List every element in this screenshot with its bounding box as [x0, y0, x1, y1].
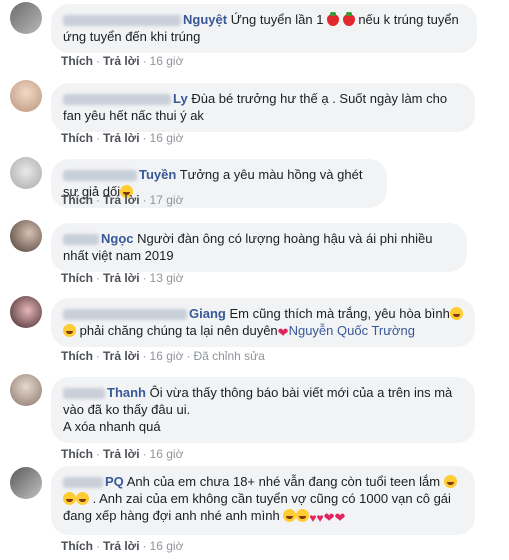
separator: · — [142, 447, 147, 461]
separator: · — [96, 271, 100, 285]
comment-time[interactable]: 16 giờ — [150, 349, 184, 363]
like-button[interactable]: Thích — [61, 539, 93, 553]
heart-icon: ❤ — [334, 510, 346, 525]
separator: · — [142, 54, 147, 68]
comment-time[interactable]: 16 giờ — [150, 131, 184, 145]
avatar[interactable] — [10, 374, 42, 406]
reply-button[interactable]: Trả lời — [103, 193, 140, 207]
reply-button[interactable]: Trả lời — [103, 54, 140, 68]
comment-text-line-2: A xóa nhanh quá — [63, 419, 161, 434]
like-button[interactable]: Thích — [61, 447, 93, 461]
reply-button[interactable]: Trả lời — [103, 447, 140, 461]
comment-text-continued: phải chăng chúng ta lại nên duyên — [76, 323, 278, 338]
separator: · — [96, 54, 100, 68]
comment-actions: Thích · Trả lời · 16 giờ — [61, 539, 183, 553]
comment-time[interactable]: 17 giờ — [150, 193, 184, 207]
comment-author[interactable]: Thanh — [63, 385, 146, 400]
reply-button[interactable]: Trả lời — [103, 349, 140, 363]
avatar[interactable] — [10, 220, 42, 252]
avatar[interactable] — [10, 80, 42, 112]
like-button[interactable]: Thích — [61, 193, 93, 207]
kiss-mark-icon: ♥ — [316, 511, 324, 525]
comment-author[interactable]: Ngọc — [63, 231, 134, 246]
comment-actions: Thích · Trả lời · 16 giờ — [61, 447, 183, 461]
comment-author[interactable]: Nguyệt — [63, 12, 227, 27]
like-button[interactable]: Thích — [61, 54, 93, 68]
smiling-hearts-face-icon — [296, 509, 310, 522]
comment-text-continued: . Anh zai của em không cần tuyển vợ cũng… — [63, 491, 451, 523]
comment-time[interactable]: 16 giờ — [150, 447, 184, 461]
heart-icon: ❤ — [277, 325, 289, 340]
separator: · — [96, 447, 100, 461]
comment-text: Ứng tuyển lần 1 — [230, 12, 328, 27]
separator: · — [142, 539, 147, 553]
smiling-hearts-face-icon — [283, 509, 297, 522]
avatar[interactable] — [10, 157, 42, 189]
comment-time[interactable]: 16 giờ — [150, 54, 184, 68]
comment-actions: Thích · Trả lời · 13 giờ — [61, 271, 183, 285]
comment-actions: Thích · Trả lời · 16 giờ — [61, 54, 183, 68]
kiss-mark-icon: ♥ — [309, 511, 317, 525]
separator: · — [142, 271, 147, 285]
comment-bubble: Giang Em cũng thích mà trắng, yêu hòa bì… — [51, 298, 475, 347]
comment-bubble: Nguyệt Ứng tuyển lần 1 nếu k trúng tuyển… — [51, 4, 477, 53]
reply-button[interactable]: Trả lời — [103, 539, 140, 553]
avatar[interactable] — [10, 2, 42, 34]
mention-link[interactable]: Nguyễn Quốc Trường — [289, 323, 415, 338]
reply-button[interactable]: Trả lời — [103, 271, 140, 285]
smiling-face-icon — [63, 324, 76, 337]
comment-actions: Thích · Trả lời · 17 giờ — [61, 193, 183, 207]
comment-bubble: Ngọc Người đàn ông có lượng hoàng hậu và… — [51, 223, 467, 272]
comment-actions: Thích · Trả lời · 16 giờ — [61, 131, 183, 145]
separator: · — [96, 193, 100, 207]
separator: · — [142, 349, 147, 363]
separator: · — [186, 349, 191, 363]
comment-bubble: PQ Anh của em chưa 18+ nhé vẫn đang còn … — [51, 466, 475, 535]
separator: · — [142, 193, 147, 207]
strawberry-icon — [327, 12, 340, 26]
separator: · — [96, 349, 100, 363]
like-button[interactable]: Thích — [61, 131, 93, 145]
avatar[interactable] — [10, 296, 42, 328]
comment-bubble: Ly Đùa bé trưởng hư thế ạ . Suốt ngày là… — [51, 83, 475, 132]
comment-author[interactable]: Tuyền — [63, 167, 176, 182]
separator: · — [96, 131, 100, 145]
comment-author[interactable]: Giang — [63, 306, 226, 321]
comment-author[interactable]: Ly — [63, 91, 188, 106]
comment-actions: Thích · Trả lời · 16 giờ · Đã chỉnh sửa — [61, 349, 265, 363]
heart-icon: ❤ — [323, 510, 335, 525]
like-button[interactable]: Thích — [61, 349, 93, 363]
avatar[interactable] — [10, 467, 42, 499]
laughing-face-icon — [63, 492, 76, 505]
laughing-face-icon — [76, 492, 89, 505]
comment-time[interactable]: 13 giờ — [150, 271, 184, 285]
comment-text: Em cũng thích mà trắng, yêu hòa bình — [229, 306, 450, 321]
comment-author[interactable]: PQ — [63, 474, 124, 489]
reply-button[interactable]: Trả lời — [103, 131, 140, 145]
strawberry-icon — [342, 12, 355, 26]
smiling-face-icon — [449, 307, 463, 320]
laughing-face-icon — [443, 475, 457, 488]
separator: · — [96, 539, 100, 553]
comment-text: Anh của em chưa 18+ nhé vẫn đang còn tuổ… — [126, 474, 444, 489]
comment-time[interactable]: 16 giờ — [150, 539, 184, 553]
like-button[interactable]: Thích — [61, 271, 93, 285]
separator: · — [142, 131, 147, 145]
comment-bubble: Thanh Ôi vừa thấy thông báo bài viết mới… — [51, 377, 475, 443]
edited-label[interactable]: Đã chỉnh sửa — [193, 349, 264, 363]
